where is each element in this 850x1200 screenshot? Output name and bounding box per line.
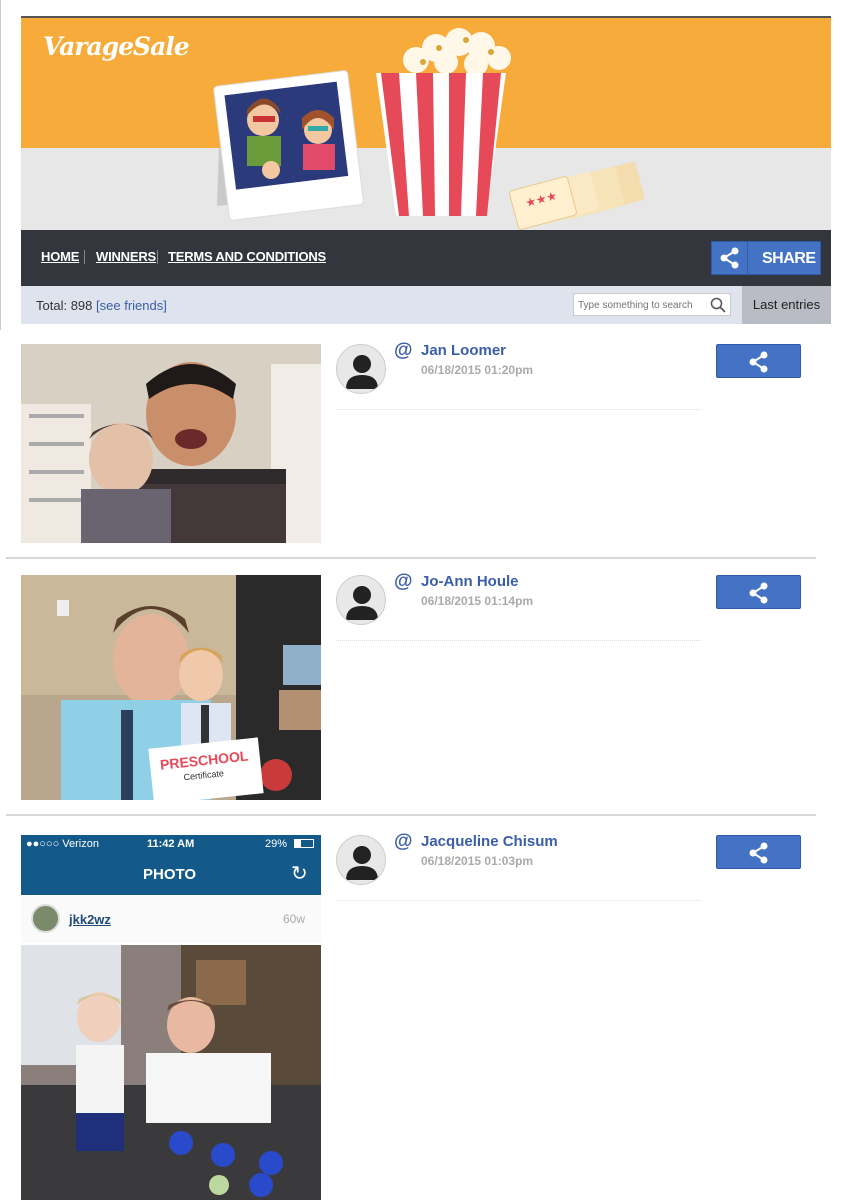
search-icon[interactable] — [710, 297, 726, 313]
share-icon — [749, 351, 768, 373]
post-header: jkk2wz 60w — [21, 895, 321, 943]
avatar[interactable] — [336, 344, 386, 394]
entry-date: 06/18/2015 01:20pm — [421, 363, 534, 377]
total-value: 898 — [70, 298, 93, 313]
popcorn-illustration — [376, 28, 511, 216]
entry-divider — [6, 814, 816, 816]
nav-separator — [84, 250, 85, 264]
user-avatar-icon — [346, 586, 378, 620]
entry-username[interactable]: Jan Loomer — [421, 342, 506, 359]
carrier-status: ●●○○○ Verizon — [26, 838, 99, 850]
search-box — [573, 293, 731, 316]
at-icon: @ — [394, 340, 413, 361]
entry-share-button[interactable] — [716, 835, 801, 869]
nav-separator — [157, 250, 158, 264]
user-avatar-icon — [346, 355, 378, 389]
refresh-icon: ↻ — [291, 861, 308, 885]
entry-date: 06/18/2015 01:14pm — [421, 594, 534, 608]
main-nav: HOME WINNERS TERMS AND CONDITIONS SHARE — [21, 230, 831, 286]
share-icon — [749, 842, 768, 864]
share-button[interactable]: SHARE — [711, 241, 821, 275]
entry-share-button[interactable] — [716, 344, 801, 378]
polaroid-photo-illustration — [213, 70, 364, 221]
entry-separator — [336, 409, 701, 410]
photo-title: PHOTO — [143, 866, 197, 883]
nav-home-link[interactable]: HOME — [41, 249, 79, 264]
entry-divider — [6, 557, 816, 559]
search-input[interactable] — [578, 297, 708, 313]
total-label: Total: — [36, 298, 68, 313]
entry-separator — [336, 900, 701, 901]
avatar[interactable] — [336, 575, 386, 625]
clock-status: 11:42 AM — [147, 838, 195, 850]
battery-status: 29% — [265, 838, 288, 850]
battery-icon — [294, 839, 314, 848]
header-banner: VarageSale ★★★ — [21, 18, 831, 230]
post-image — [21, 945, 321, 1200]
share-icon — [712, 242, 748, 274]
entry-photo[interactable] — [21, 344, 321, 543]
sort-last-entries-tab[interactable]: Last entries — [742, 286, 831, 324]
post-age: 60w — [283, 912, 306, 926]
post-avatar — [31, 904, 60, 933]
page: VarageSale ★★★ HOME WINNERS TERMS AND CO… — [0, 0, 850, 1200]
entry-username[interactable]: Jacqueline Chisum — [421, 833, 558, 850]
entry-username[interactable]: Jo-Ann Houle — [421, 573, 519, 590]
entry-share-button[interactable] — [716, 575, 801, 609]
toolbar: Total: 898 [see friends] Last entries — [21, 286, 831, 324]
tickets-illustration: ★★★ — [509, 161, 645, 230]
at-icon: @ — [394, 571, 413, 592]
user-avatar-icon — [346, 846, 378, 880]
share-label: SHARE — [762, 250, 816, 267]
total-count: Total: 898 [see friends] — [36, 298, 167, 313]
entry-photo[interactable]: ●●○○○ Verizon 11:42 AM 29% PHOTO ↻ jkk2w… — [21, 835, 321, 1200]
avatar[interactable] — [336, 835, 386, 885]
nav-terms-link[interactable]: TERMS AND CONDITIONS — [168, 249, 326, 264]
nav-winners-link[interactable]: WINNERS — [96, 249, 156, 264]
banner-illustration: ★★★ — [213, 28, 645, 230]
share-icon — [749, 582, 768, 604]
entry-photo[interactable]: PRESCHOOL Certificate — [21, 575, 321, 800]
phone-app-header: ●●○○○ Verizon 11:42 AM 29% PHOTO ↻ — [21, 835, 321, 895]
at-icon: @ — [394, 831, 413, 852]
frame-edge — [0, 0, 1, 330]
entry-separator — [336, 640, 701, 641]
post-username: jkk2wz — [69, 912, 111, 927]
see-friends-link[interactable]: [see friends] — [96, 298, 167, 313]
entry-date: 06/18/2015 01:03pm — [421, 854, 534, 868]
